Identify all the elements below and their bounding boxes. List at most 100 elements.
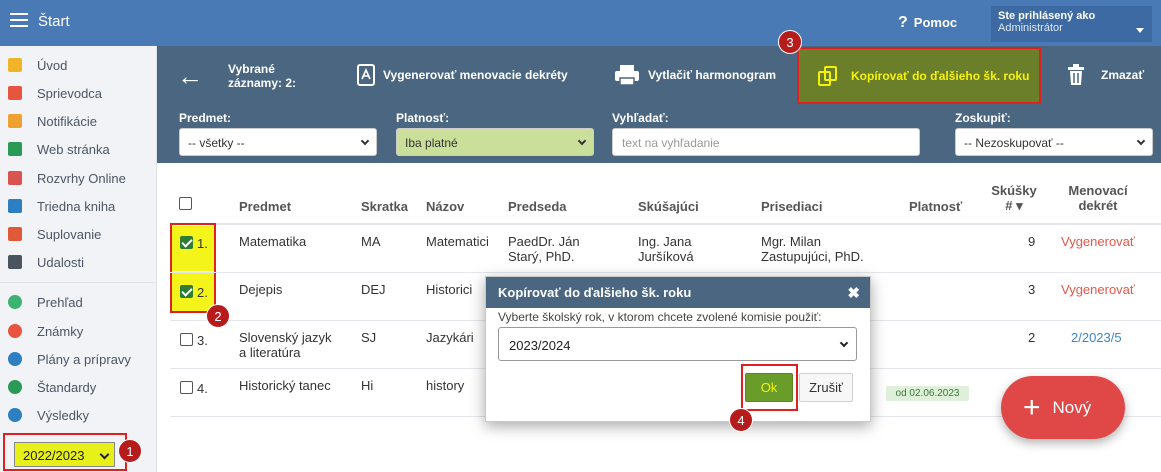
- col-skusajuci[interactable]: Skúšajúci: [638, 199, 699, 214]
- col-platnost[interactable]: Platnosť: [909, 199, 962, 214]
- col-menovaci-label2: dekrét: [1078, 198, 1118, 213]
- bar-chart-icon: [8, 408, 22, 422]
- row-predseda: PaedDr. Ján Starý, PhD.: [508, 234, 580, 264]
- col-nazov[interactable]: Názov: [426, 199, 464, 214]
- print-schedule-button[interactable]: Vytlačiť harmonogram: [614, 64, 776, 86]
- dialog-title: Kopírovať do ďalšieho šk. roku: [498, 285, 692, 300]
- sidebar-item-standardy[interactable]: Štandardy: [8, 376, 96, 398]
- sidebar-item-plany-a-pripravy[interactable]: Plány a prípravy: [8, 348, 131, 370]
- briefcase-icon: [8, 352, 22, 366]
- row-number: 3.: [197, 333, 208, 348]
- copy-next-year-button[interactable]: Kopírovať do ďalšieho šk. roku: [797, 47, 1041, 104]
- sidebar-item-vysledky[interactable]: Výsledky: [8, 404, 89, 426]
- select-all-checkbox[interactable]: [179, 197, 192, 210]
- sidebar-item-label: Známky: [37, 323, 84, 339]
- col-menovaci-label1: Menovací: [1068, 183, 1128, 198]
- generate-decree-link[interactable]: Vygenerovať: [1061, 234, 1135, 249]
- search-input[interactable]: text na vyhľadanie: [612, 128, 920, 156]
- col-skusky[interactable]: Skúšky # ▾: [988, 183, 1040, 213]
- col-predmet[interactable]: Predmet: [239, 199, 291, 214]
- grade-icon: [8, 324, 22, 338]
- sidebar-item-rozvrhy-online[interactable]: Rozvrhy Online: [8, 167, 126, 189]
- user-caption: Ste prihlásený ako: [998, 10, 1096, 22]
- menu-icon[interactable]: [10, 13, 28, 27]
- plus-icon: +: [1023, 390, 1041, 424]
- sidebar-item-web-stranka[interactable]: Web stránka: [8, 138, 110, 160]
- sidebar-item-label: Plány a prípravy: [37, 351, 131, 367]
- col-predseda[interactable]: Predseda: [508, 199, 567, 214]
- sidebar-item-label: Prehľad: [37, 294, 83, 310]
- row-checkbox[interactable]: [180, 285, 193, 298]
- row-checkbox[interactable]: [180, 381, 193, 394]
- generate-decrees-button[interactable]: Vygenerovať menovacie dekréty: [357, 64, 568, 86]
- row-checkbox[interactable]: [180, 333, 193, 346]
- sidebar-item-label: Web stránka: [37, 141, 110, 157]
- help-link[interactable]: ? Pomoc: [898, 14, 957, 32]
- col-menovaci[interactable]: Menovací dekrét: [1058, 183, 1138, 213]
- row-number: 1.: [197, 236, 208, 251]
- selected-count: Vybrané záznamy: 2:: [228, 62, 296, 90]
- sidebar-item-label: Štandardy: [37, 379, 97, 395]
- subject-filter-label: Predmet:: [179, 111, 232, 125]
- sidebar-item-label: Triedna kniha: [37, 198, 116, 214]
- row-predmet: Historický tanec: [239, 378, 331, 393]
- row-checkbox[interactable]: [180, 236, 193, 249]
- target-year-select[interactable]: 2023/2024: [498, 327, 857, 361]
- back-arrow-icon[interactable]: ←: [177, 63, 203, 89]
- sidebar-item-notifikacie[interactable]: Notifikácie: [8, 110, 97, 132]
- search-label: Vyhľadať:: [612, 111, 669, 125]
- chevron-down-icon: [360, 136, 370, 146]
- validity-badge: od 02.06.2023: [886, 386, 969, 401]
- col-skusky-label: Skúšky: [991, 183, 1037, 198]
- delete-button[interactable]: Zmazať: [1067, 64, 1144, 86]
- sidebar-item-triedna-kniha[interactable]: Triedna kniha: [8, 195, 115, 217]
- col-skratka[interactable]: Skratka: [361, 199, 408, 214]
- dialog-header: Kopírovať do ďalšieho šk. roku ✖: [486, 277, 870, 308]
- target-year-value: 2023/2024: [509, 338, 571, 353]
- row-skratka: DEJ: [361, 282, 386, 297]
- delete-label: Zmazať: [1101, 68, 1145, 82]
- sidebar-item-label: Úvod: [37, 57, 68, 73]
- sidebar-item-udalosti[interactable]: Udalosti: [8, 251, 84, 273]
- sidebar-item-label: Suplovanie: [37, 226, 102, 242]
- predmet-line1: Slovenský jazyk: [239, 330, 332, 345]
- top-bar: Štart ? Pomoc Ste prihlásený ako Administ…: [0, 0, 1161, 46]
- validity-filter-value: Iba platné: [405, 136, 458, 150]
- validity-filter-select[interactable]: Iba platné: [396, 128, 594, 156]
- question-icon: ?: [898, 14, 908, 31]
- sidebar-item-znamky[interactable]: Známky: [8, 320, 83, 342]
- predseda-line1: PaedDr. Ján: [508, 234, 580, 249]
- decree-link[interactable]: 2/2023/5: [1071, 330, 1122, 345]
- group-by-label: Zoskupiť:: [955, 111, 1011, 125]
- close-icon[interactable]: ✖: [847, 284, 860, 302]
- sidebar-item-prehlad[interactable]: Prehľad: [8, 291, 83, 313]
- row-predmet: Slovenský jazyk a literatúra: [239, 330, 331, 360]
- sidebar-item-uvod[interactable]: Úvod: [8, 54, 67, 76]
- chevron-down-icon: [1136, 28, 1144, 33]
- row-predmet: Matematika: [239, 234, 307, 249]
- row-nazov: Historici: [426, 282, 473, 297]
- printer-icon: [615, 65, 639, 86]
- selected-label: Vybrané: [228, 62, 275, 76]
- sidebar: Úvod Sprievodca Notifikácie Web stránka Rozv…: [0, 46, 157, 472]
- col-prisediaci[interactable]: Prisediaci: [761, 199, 822, 214]
- sidebar-item-sprievodca[interactable]: Sprievodca: [8, 82, 102, 104]
- highlight-year: [3, 433, 127, 471]
- row-number: 4.: [197, 381, 208, 396]
- help-label: Pomoc: [913, 15, 958, 30]
- step-badge-2: 2: [206, 304, 230, 328]
- app-title[interactable]: Štart: [38, 13, 70, 30]
- header-divider: [170, 223, 1161, 225]
- subject-filter-select[interactable]: -- všetky --: [179, 128, 377, 156]
- action-toolbar: ← Vybrané záznamy: 2: Vygenerovať menova…: [157, 46, 1161, 106]
- cancel-button[interactable]: Zrušiť: [799, 373, 853, 402]
- group-by-select[interactable]: -- Nezoskupovať --: [955, 128, 1153, 156]
- calendar-icon: [8, 255, 22, 269]
- user-menu[interactable]: Ste prihlásený ako Administrátor: [991, 6, 1152, 42]
- row-nazov: Jazykári: [426, 330, 474, 345]
- row-skusajuci: Ing. Jana Juršíková: [638, 234, 694, 264]
- new-button[interactable]: + Nový: [1001, 376, 1125, 439]
- generate-decree-link[interactable]: Vygenerovať: [1061, 282, 1135, 297]
- col-skusky-sort: # ▾: [988, 198, 1040, 213]
- sidebar-item-suplovanie[interactable]: Suplovanie: [8, 223, 101, 245]
